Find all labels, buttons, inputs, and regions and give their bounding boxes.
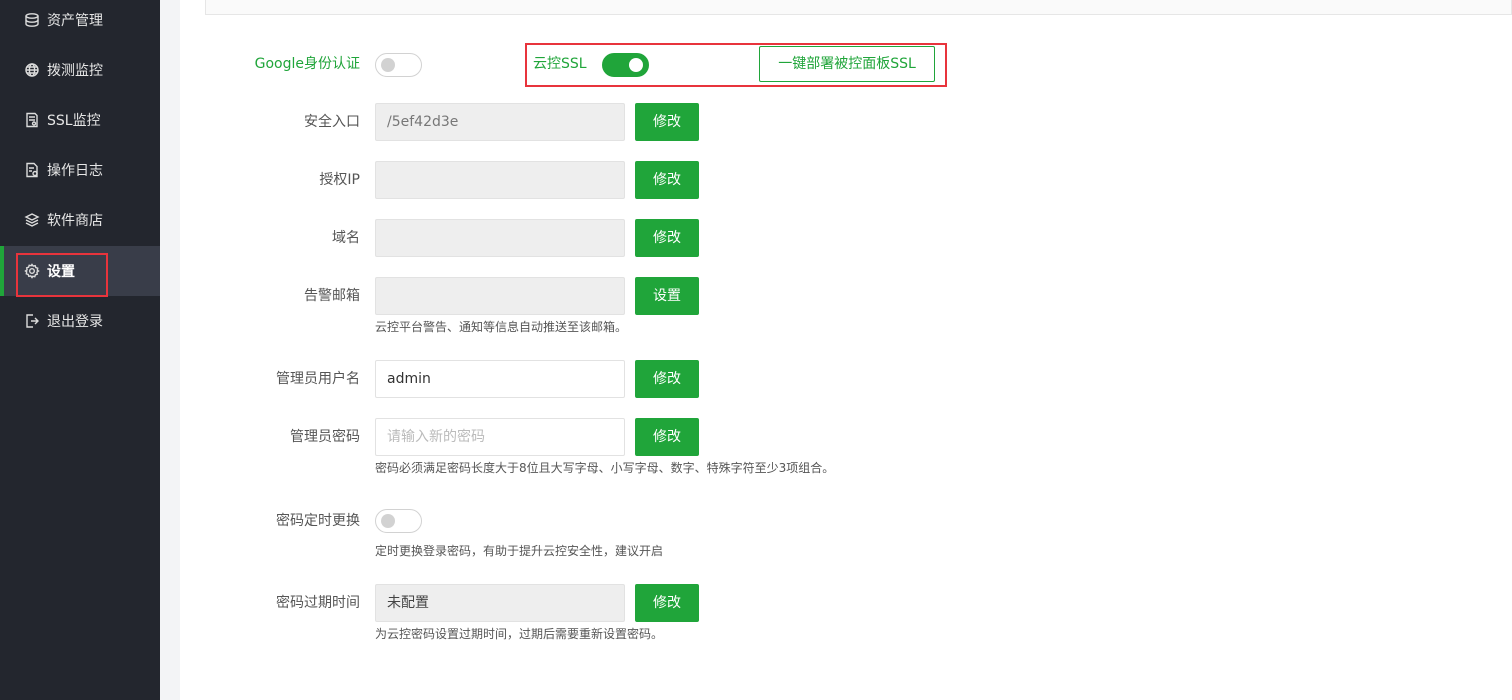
password-rotation-label: 密码定时更换: [276, 513, 360, 529]
security-entry-input: /5ef42d3e: [375, 103, 625, 141]
google-auth-toggle[interactable]: [375, 53, 422, 77]
content-gutter: [160, 0, 180, 700]
sidebar-item-software-store[interactable]: 软件商店: [0, 195, 160, 245]
sidebar-item-label: 拨测监控: [47, 63, 103, 79]
deploy-panel-ssl-button[interactable]: 一键部署被控面板SSL: [759, 46, 935, 82]
authorized-ip-modify-button[interactable]: 修改: [635, 161, 699, 199]
sidebar-item-logout[interactable]: 退出登录: [0, 296, 160, 346]
admin-password-tip: 密码必须满足密码长度大于8位且大写字母、小写字母、数字、特殊字符至少3项组合。: [375, 461, 835, 475]
password-rotation-toggle[interactable]: [375, 509, 422, 533]
password-expiry-label: 密码过期时间: [276, 595, 360, 611]
domain-input: [375, 219, 625, 257]
sidebar-item-label: 软件商店: [47, 213, 103, 229]
alert-email-set-button[interactable]: 设置: [635, 277, 699, 315]
authorized-ip-label: 授权IP: [319, 172, 360, 188]
logout-icon: [24, 313, 40, 329]
sidebar-item-label: 操作日志: [47, 163, 103, 179]
security-entry-modify-button[interactable]: 修改: [635, 103, 699, 141]
sidebar-item-label: 退出登录: [47, 314, 103, 330]
alert-email-input: [375, 277, 625, 315]
sidebar-item-assets[interactable]: 资产管理: [0, 0, 160, 45]
password-rotation-tip: 定时更换登录密码，有助于提升云控安全性，建议开启: [375, 544, 664, 558]
sidebar-item-ssl-monitor[interactable]: SSL监控: [0, 95, 160, 145]
gear-icon: [24, 263, 40, 279]
sidebar-item-label: 资产管理: [47, 13, 103, 29]
toggle-knob: [629, 58, 643, 72]
password-expiry-input: 未配置: [375, 584, 625, 622]
globe-icon: [24, 62, 40, 78]
cloud-ssl-label: 云控SSL: [533, 56, 587, 72]
domain-label: 域名: [332, 230, 360, 246]
sidebar: 资产管理 拨测监控 SSL监控 操作日志 软件商店 设置 退出登录: [0, 0, 160, 700]
toggle-knob: [381, 514, 395, 528]
sidebar-item-operation-log[interactable]: 操作日志: [0, 145, 160, 195]
admin-username-modify-button[interactable]: 修改: [635, 360, 699, 398]
certificate-icon: [24, 112, 40, 128]
security-entry-label: 安全入口: [304, 114, 360, 130]
alert-email-label: 告警邮箱: [304, 288, 360, 304]
top-panel-edge: [205, 0, 1512, 15]
domain-modify-button[interactable]: 修改: [635, 219, 699, 257]
sidebar-item-dial-monitor[interactable]: 拨测监控: [0, 45, 160, 95]
admin-password-input[interactable]: 请输入新的密码: [375, 418, 625, 456]
google-auth-label: Google身份认证: [254, 56, 360, 72]
alert-email-tip: 云控平台警告、通知等信息自动推送至该邮箱。: [375, 320, 628, 334]
sidebar-item-label: SSL监控: [47, 113, 101, 129]
database-icon: [24, 12, 40, 28]
sidebar-item-label: 设置: [47, 264, 75, 280]
layers-icon: [24, 212, 40, 228]
admin-username-input[interactable]: admin: [375, 360, 625, 398]
password-expiry-modify-button[interactable]: 修改: [635, 584, 699, 622]
cloud-ssl-toggle[interactable]: [602, 53, 649, 77]
admin-password-modify-button[interactable]: 修改: [635, 418, 699, 456]
toggle-knob: [381, 58, 395, 72]
password-expiry-tip: 为云控密码设置过期时间，过期后需要重新设置密码。: [375, 627, 664, 641]
log-icon: [24, 162, 40, 178]
authorized-ip-input: [375, 161, 625, 199]
admin-username-label: 管理员用户名: [276, 371, 360, 387]
sidebar-item-settings[interactable]: 设置: [0, 246, 160, 296]
admin-password-label: 管理员密码: [290, 429, 360, 445]
